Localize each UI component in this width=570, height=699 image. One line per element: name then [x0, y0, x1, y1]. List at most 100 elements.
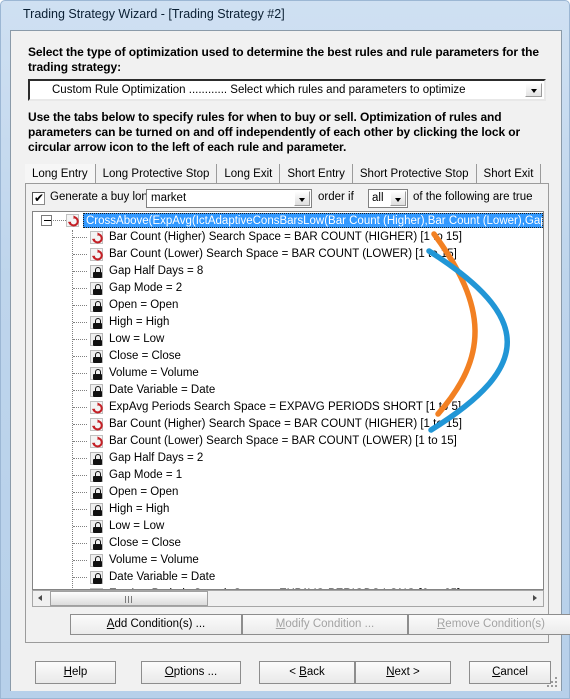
tab-short-entry[interactable]: Short Entry	[280, 164, 353, 183]
tree-item-row[interactable]: Gap Mode = 2	[33, 280, 543, 297]
tab-long-protective-stop[interactable]: Long Protective Stop	[95, 164, 218, 183]
dialog-window: Trading Strategy Wizard - [Trading Strat…	[0, 0, 570, 699]
tree-connector	[53, 220, 66, 221]
options-button[interactable]: Options ...	[141, 661, 241, 684]
tree-item-row[interactable]: Bar Count (Higher) Search Space = BAR CO…	[33, 229, 543, 246]
tree-item-label: Low = Low	[109, 333, 165, 345]
tree-item-row[interactable]: Date Variable = Date	[33, 382, 543, 399]
lock-icon[interactable]	[90, 350, 103, 363]
tree-item-row[interactable]: Low = Low	[33, 331, 543, 348]
conditions-tree[interactable]: CrossAbove(ExpAvg(IctAdaptiveConsBarsLow…	[32, 211, 544, 590]
tree-connector	[73, 356, 87, 357]
lock-icon[interactable]	[90, 571, 103, 584]
order-type-combo[interactable]: market	[146, 189, 312, 208]
lock-icon[interactable]	[90, 503, 103, 516]
dialog-client-area: Select the type of optimization used to …	[10, 30, 570, 691]
grip-icon	[125, 596, 133, 603]
lock-icon[interactable]	[90, 316, 103, 329]
scroll-left-icon[interactable]	[33, 591, 49, 606]
optimization-type-value: Custom Rule Optimization ............ Se…	[52, 84, 466, 96]
tree-item-row[interactable]: Close = Close	[33, 348, 543, 365]
tree-item-row[interactable]: Low = Low	[33, 518, 543, 535]
tree-connector	[73, 305, 87, 306]
modify-condition-button: Modify Condition ...	[242, 614, 408, 635]
tree-item-row[interactable]: Bar Count (Lower) Search Space = BAR COU…	[33, 246, 543, 263]
lock-icon[interactable]	[90, 469, 103, 482]
circular-arrow-optimize-icon[interactable]	[90, 231, 103, 244]
tree-item-row[interactable]: Date Variable = Date	[33, 569, 543, 586]
tree-item-row[interactable]: Open = Open	[33, 484, 543, 501]
tree-connector	[73, 577, 87, 578]
tree-item-row[interactable]: Close = Close	[33, 535, 543, 552]
tree-root-label[interactable]: CrossAbove(ExpAvg(IctAdaptiveConsBarsLow…	[83, 213, 543, 228]
tree-root-row[interactable]: CrossAbove(ExpAvg(IctAdaptiveConsBarsLow…	[33, 212, 543, 229]
tree-item-label: Bar Count (Lower) Search Space = BAR COU…	[109, 435, 457, 447]
tree-connector	[73, 526, 87, 527]
tab-short-protective-stop[interactable]: Short Protective Stop	[352, 164, 477, 183]
tree-item-row[interactable]: High = High	[33, 501, 543, 518]
chevron-down-icon[interactable]	[294, 191, 310, 206]
back-button[interactable]: < Back	[259, 661, 355, 684]
tree-item-row[interactable]: Bar Count (Higher) Search Space = BAR CO…	[33, 416, 543, 433]
tree-item-label: Open = Open	[109, 486, 179, 498]
scroll-right-icon[interactable]	[527, 591, 543, 606]
tree-connector	[73, 458, 87, 459]
lock-icon[interactable]	[90, 367, 103, 380]
tab-long-exit[interactable]: Long Exit	[217, 164, 281, 183]
tree-item-row[interactable]: Volume = Volume	[33, 552, 543, 569]
circular-arrow-optimize-icon[interactable]	[66, 214, 79, 227]
resize-grip-icon[interactable]	[547, 677, 559, 689]
match-mode-value: all	[372, 192, 384, 204]
tree-item-row[interactable]: Open = Open	[33, 297, 543, 314]
scrollbar-thumb[interactable]	[50, 591, 208, 606]
chevron-down-icon[interactable]	[390, 191, 406, 206]
tree-item-label: Close = Close	[109, 350, 181, 362]
circular-arrow-optimize-icon[interactable]	[90, 435, 103, 448]
circular-arrow-optimize-icon[interactable]	[90, 401, 103, 414]
cancel-button[interactable]: Cancel	[469, 661, 551, 684]
help-button[interactable]: Help	[35, 661, 116, 684]
tree-connector	[73, 339, 87, 340]
instruction-text-tabs: Use the tabs below to specify rules for …	[28, 110, 521, 154]
tree-connector	[73, 492, 87, 493]
lock-icon[interactable]	[90, 520, 103, 533]
tree-item-row[interactable]: Gap Mode = 1	[33, 467, 543, 484]
lock-icon[interactable]	[90, 299, 103, 312]
tree-item-row[interactable]: Bar Count (Lower) Search Space = BAR COU…	[33, 433, 543, 450]
lock-icon[interactable]	[90, 452, 103, 465]
tree-item-label: High = High	[109, 316, 170, 328]
tree-item-row[interactable]: Volume = Volume	[33, 365, 543, 382]
chevron-down-icon[interactable]	[525, 83, 542, 97]
tree-item-row[interactable]: Gap Half Days = 2	[33, 450, 543, 467]
generate-buy-long-label: Generate a buy long	[50, 191, 155, 203]
match-mode-combo[interactable]: all	[368, 189, 408, 208]
lock-icon[interactable]	[90, 282, 103, 295]
tab-long-entry[interactable]: Long Entry	[25, 164, 96, 183]
tree-horizontal-scrollbar[interactable]	[32, 590, 544, 607]
lock-icon[interactable]	[90, 384, 103, 397]
collapse-expander-icon[interactable]	[41, 215, 52, 226]
lock-icon[interactable]	[90, 265, 103, 278]
instruction-text-optimization: Select the type of optimization used to …	[28, 45, 539, 74]
tree-item-row[interactable]: Gap Half Days = 8	[33, 263, 543, 280]
following-are-true-label: of the following are true	[413, 191, 533, 203]
lock-icon[interactable]	[90, 537, 103, 550]
tab-short-exit[interactable]: Short Exit	[476, 164, 542, 183]
circular-arrow-optimize-icon[interactable]	[90, 248, 103, 261]
circular-arrow-optimize-icon[interactable]	[90, 418, 103, 431]
tab-panel-long-entry: ✔ Generate a buy long market order if al…	[25, 183, 570, 643]
lock-icon[interactable]	[90, 554, 103, 567]
optimization-type-combo[interactable]: Custom Rule Optimization ............ Se…	[28, 79, 546, 101]
tree-item-row[interactable]: ExpAvg Periods Search Space = EXPAVG PER…	[33, 399, 543, 416]
tree-item-label: Gap Half Days = 2	[109, 452, 204, 464]
tree-item-row[interactable]: High = High	[33, 314, 543, 331]
tree-item-label: Bar Count (Higher) Search Space = BAR CO…	[109, 418, 462, 430]
lock-icon[interactable]	[90, 486, 103, 499]
tree-item-label: ExpAvg Periods Search Space = EXPAVG PER…	[109, 401, 462, 413]
generate-buy-long-checkbox[interactable]: ✔	[32, 191, 45, 205]
add-conditions-button[interactable]: Add Condition(s) ...	[70, 614, 242, 635]
lock-icon[interactable]	[90, 333, 103, 346]
next-button[interactable]: Next >	[355, 661, 451, 684]
tree-connector	[73, 288, 87, 289]
title-bar[interactable]: Trading Strategy Wizard - [Trading Strat…	[1, 1, 569, 30]
